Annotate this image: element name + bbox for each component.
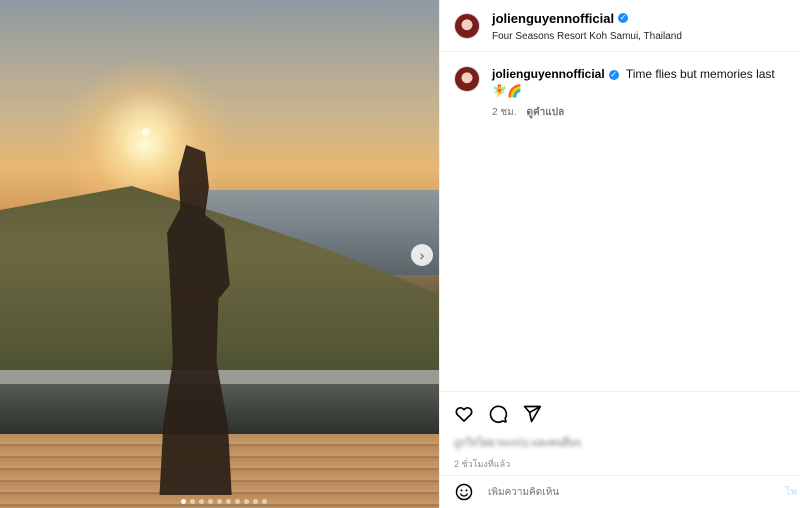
carousel-dots [181,499,267,504]
translate-link[interactable]: ดูคำแปล [527,104,565,121]
carousel-dot [235,499,240,504]
post-header: jolienguyennofficial ✓ Four Seasons Reso… [440,0,800,52]
username-text[interactable]: jolienguyennofficial [492,11,614,26]
verified-badge-icon: ✓ [608,69,619,80]
caption-age: 2 ชม. [492,107,517,118]
posted-time: 2 ชั่วโมงที่แล้ว [454,459,511,469]
comment-bubble-icon[interactable] [488,404,508,424]
carousel-dot [226,499,231,504]
caption-row: jolienguyennofficial ✓ Time flies but me… [440,52,800,121]
carousel-dot [262,499,267,504]
action-icons [440,392,800,424]
avatar[interactable] [454,12,480,39]
carousel-dot [253,499,258,504]
paper-plane-icon[interactable] [522,404,542,424]
verified-badge-icon: ✓ [618,13,629,23]
chevron-right-icon: › [419,247,425,263]
action-area: ถูกใจโดย twoii1j และคนอื่นๆ 2 ชั่วโมงที่… [440,391,800,475]
comment-input[interactable] [488,486,768,498]
likes-summary[interactable]: ถูกใจโดย twoii1j และคนอื่นๆ [454,436,800,451]
carousel-dot [199,499,204,504]
post-side-panel: jolienguyennofficial ✓ Four Seasons Reso… [439,0,800,508]
comment-bar: โพ [440,475,800,508]
carousel-dot [208,499,213,504]
caption-username[interactable]: jolienguyennofficial ✓ [492,66,619,83]
heart-icon[interactable] [454,404,474,424]
post-comment-button[interactable]: โพ [785,485,797,500]
emoji-smile-icon[interactable] [454,482,474,502]
caption-username-text[interactable]: jolienguyennofficial [492,66,605,83]
sun [142,128,150,136]
post-photo[interactable]: › [0,0,439,508]
location-link[interactable]: Four Seasons Resort Koh Samui, Thailand [492,31,682,42]
carousel-dot [181,499,186,504]
header-username[interactable]: jolienguyennofficial ✓ [492,11,629,26]
caption-avatar[interactable] [454,66,480,92]
carousel-dot [244,499,249,504]
carousel-dot [217,499,222,504]
carousel-dot [190,499,195,504]
next-photo-button[interactable]: › [411,244,433,266]
